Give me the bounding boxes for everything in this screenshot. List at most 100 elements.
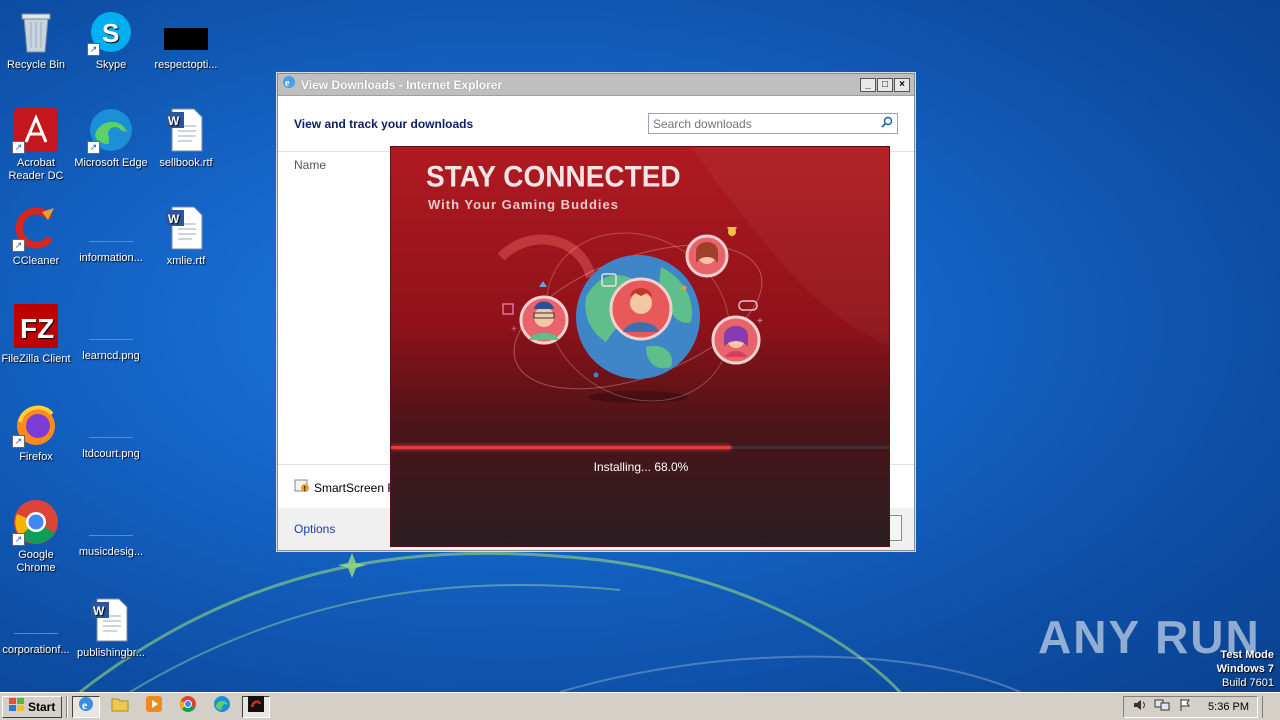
desktop-icon-edge[interactable]: ↗ Microsoft Edge	[73, 106, 149, 170]
window-titlebar[interactable]: e View Downloads - Internet Explorer _ □…	[278, 74, 914, 96]
desktop-icon-label: musicdesig...	[78, 546, 144, 558]
desktop-icon-information[interactable]: information...	[73, 204, 149, 265]
desktop-icon-corporation[interactable]: corporationf...	[0, 596, 74, 657]
desktop-icon-musicdesign[interactable]: musicdesig...	[73, 498, 149, 559]
desktop-icon-label: ltdcourt.png	[82, 448, 140, 460]
options-link[interactable]: Options	[294, 522, 335, 536]
taskbar-ie[interactable]: e	[72, 695, 101, 718]
shield-warning-icon: !	[294, 479, 310, 496]
desktop-icon-skype[interactable]: S ↗ Skype	[73, 8, 149, 72]
svg-text:W: W	[93, 604, 105, 618]
close-downloads-button[interactable]	[888, 515, 902, 541]
desktop-icon-ltdcourt[interactable]: ltdcourt.png	[73, 400, 149, 461]
volume-icon[interactable]	[1132, 698, 1146, 715]
taskbar-installer[interactable]	[242, 695, 271, 718]
file-icon	[89, 222, 133, 242]
svg-text:e: e	[82, 698, 88, 712]
maximize-button[interactable]: □	[877, 77, 893, 92]
desktop-icon-label: Recycle Bin	[6, 59, 66, 71]
search-downloads-input[interactable]	[653, 116, 881, 131]
windows-logo-icon	[9, 698, 25, 715]
skype-icon: S ↗	[87, 8, 135, 56]
chrome-icon: ↗	[12, 498, 60, 546]
svg-text:!: !	[304, 486, 306, 493]
installer-title: STAY CONNECTED	[426, 160, 681, 193]
desktop-icon-label: xmlie.rtf	[166, 255, 206, 267]
svg-text:+: +	[511, 324, 517, 335]
desktop-icon-label: CCleaner	[12, 255, 60, 267]
ie-icon: e	[282, 75, 296, 94]
media-player-icon	[145, 695, 163, 718]
svg-text:+: +	[757, 316, 763, 327]
desktop-icon-label: publishingbr...	[77, 647, 145, 659]
install-progress-fill	[391, 446, 731, 449]
desktop-icon-learncd[interactable]: learncd.png	[73, 302, 149, 363]
install-progress-bar	[391, 446, 889, 449]
smartscreen-label: SmartScreen F	[314, 480, 395, 495]
desktop-icon-label: FileZilla Client	[1, 353, 71, 365]
desktop-icon-recycle-bin[interactable]: Recycle Bin	[0, 8, 74, 72]
close-button[interactable]: ×	[894, 77, 910, 92]
taskbar-explorer[interactable]	[106, 696, 134, 718]
svg-text:e: e	[285, 78, 290, 89]
os-label: Windows 7	[1216, 663, 1274, 675]
edge-icon: ↗	[87, 106, 135, 154]
desktop-icon-label: respectopti...	[154, 59, 218, 71]
desktop-icon-respectoptions[interactable]: respectopti...	[148, 8, 224, 72]
window-title: View Downloads - Internet Explorer	[301, 77, 503, 92]
filezilla-icon: FZ	[12, 302, 60, 350]
desktop-icon-label: learncd.png	[82, 350, 140, 362]
chrome-icon	[179, 695, 197, 718]
svg-text:S: S	[102, 18, 119, 48]
desktop-icon-chrome[interactable]: ↗ Google Chrome	[0, 498, 74, 575]
action-center-flag-icon[interactable]	[1178, 698, 1192, 715]
test-mode-notice: Test Mode Windows 7 Build 7601	[1217, 648, 1274, 690]
build-label: Build 7601	[1222, 677, 1274, 689]
clock[interactable]: 5:36 PM	[1208, 701, 1249, 713]
acrobat-icon: ↗	[12, 106, 60, 154]
shortcut-arrow-icon: ↗	[87, 43, 100, 56]
start-label: Start	[28, 699, 56, 714]
ccleaner-icon: ↗	[12, 204, 60, 252]
show-desktop-button[interactable]	[1262, 695, 1278, 718]
taskbar-separator	[66, 695, 69, 718]
edge-icon	[213, 695, 231, 718]
word-document-icon: W	[162, 204, 210, 252]
file-icon	[14, 614, 58, 634]
svg-text:FZ: FZ	[20, 313, 54, 344]
desktop-icon-xmlie[interactable]: W xmlie.rtf	[148, 204, 224, 268]
desktop-icon-publishing[interactable]: W publishingbr...	[73, 596, 149, 660]
desktop-icon-label: information...	[79, 252, 143, 264]
search-downloads-box[interactable]	[648, 113, 898, 134]
search-icon[interactable]	[881, 116, 893, 131]
taskbar-chrome[interactable]	[174, 696, 202, 718]
desktop-icon-label: Acrobat Reader DC	[8, 157, 64, 182]
file-icon	[89, 418, 133, 438]
desktop-icon-label: Firefox	[19, 451, 53, 463]
start-button[interactable]: Start	[2, 695, 63, 718]
smartscreen-row[interactable]: ! SmartScreen F	[294, 479, 395, 496]
downloads-heading: View and track your downloads	[294, 116, 474, 131]
desktop-icon-label: Google Chrome	[16, 549, 56, 574]
desktop-icon-label: corporationf...	[2, 644, 70, 656]
installer-window: + + STAY CONNECTED With Your Gaming Budd…	[390, 146, 890, 547]
word-document-icon: W	[87, 596, 135, 644]
installer-subtitle: With Your Gaming Buddies	[428, 197, 619, 212]
desktop-icon-ccleaner[interactable]: ↗ CCleaner	[0, 204, 74, 268]
shortcut-arrow-icon: ↗	[12, 141, 25, 154]
desktop-icon-label: sellbook.rtf	[159, 157, 213, 169]
desktop-icon-acrobat[interactable]: ↗ Acrobat Reader DC	[0, 106, 74, 183]
desktop-icon-firefox[interactable]: ↗ Firefox	[0, 400, 74, 464]
desktop-icon-sellbook[interactable]: W sellbook.rtf	[148, 106, 224, 170]
firefox-icon: ↗	[12, 400, 60, 448]
network-icon[interactable]	[1154, 698, 1170, 715]
svg-text:W: W	[168, 212, 180, 226]
test-mode-label: Test Mode	[1220, 649, 1274, 661]
taskbar-media-player[interactable]	[140, 696, 168, 718]
taskbar: Start e 5:36 PM	[0, 692, 1280, 720]
shortcut-arrow-icon: ↗	[12, 435, 25, 448]
desktop-icon-filezilla[interactable]: FZ FileZilla Client	[0, 302, 74, 366]
taskbar-edge[interactable]	[208, 696, 236, 718]
word-document-icon: W	[162, 106, 210, 154]
minimize-button[interactable]: _	[860, 77, 876, 92]
